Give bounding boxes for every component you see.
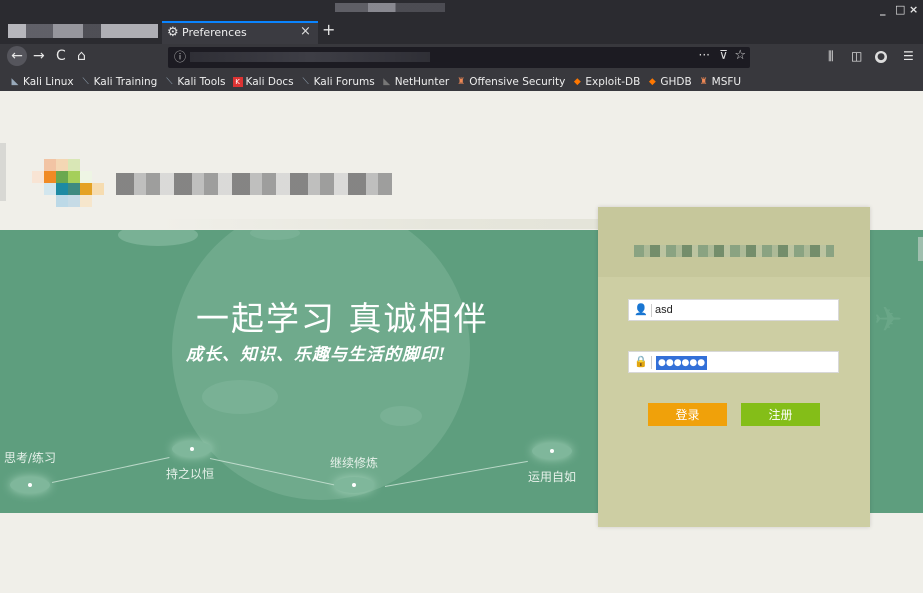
cloud-decoration <box>380 406 422 426</box>
bookmark-exploit-db[interactable]: ◆ Exploit-DB <box>572 76 640 88</box>
window-title-redacted <box>335 3 445 12</box>
step-label: 运用自如 <box>528 470 577 484</box>
login-header <box>598 207 870 277</box>
close-window-button[interactable]: × <box>909 3 918 16</box>
username-input[interactable] <box>655 302 835 318</box>
tab-bar: ⚙ Preferences × + _ □ × <box>0 0 923 44</box>
bookmark-nethunter[interactable]: ◣ NetHunter <box>382 76 449 88</box>
bookmark-kali-linux[interactable]: ◣ Kali Linux <box>10 76 74 88</box>
back-button[interactable]: ← <box>7 46 27 66</box>
banner-title: 一起学习 真诚相伴 <box>196 299 489 338</box>
reload-button[interactable]: C <box>56 48 66 64</box>
banner-subtitle: 成长、知识、乐趣与生活的脚印! <box>186 345 447 365</box>
login-button[interactable]: 登录 <box>648 403 727 426</box>
step-marker <box>172 441 212 457</box>
login-title-redacted <box>634 245 834 257</box>
exploitdb-icon: ◆ <box>573 76 581 87</box>
kali-icon: ⟍ <box>166 76 173 87</box>
bookmark-kali-docs[interactable]: K Kali Docs <box>232 76 294 88</box>
tab-title: Preferences <box>182 26 247 39</box>
step-marker <box>10 477 50 493</box>
bookmark-kali-forums[interactable]: ⟍ Kali Forums <box>301 76 374 88</box>
step-label: 继续修炼 <box>330 456 379 470</box>
info-icon[interactable]: ⓘ <box>174 48 186 65</box>
cloud-decoration <box>118 230 198 246</box>
new-tab-button[interactable]: + <box>322 20 335 39</box>
ghdb-icon: ◆ <box>648 76 656 87</box>
kali-icon: ⟍ <box>82 76 89 87</box>
maximize-button[interactable]: □ <box>895 3 905 16</box>
forward-button[interactable]: → <box>33 48 45 64</box>
login-panel: 👤 🔒 ●●●●●● 登录 注册 <box>598 207 870 527</box>
page-content: 一起学习 真诚相伴 成长、知识、乐趣与生活的脚印! 思考/练习 持之以恒 继续修… <box>0 91 923 593</box>
nethunter-icon: ◣ <box>383 76 391 87</box>
site-logo <box>32 159 106 209</box>
bookmark-kali-training[interactable]: ⟍ Kali Training <box>81 76 157 88</box>
lock-icon: 🔒 <box>634 355 648 368</box>
menu-icon[interactable]: ☰ <box>903 49 914 63</box>
url-redacted <box>190 52 430 62</box>
star-icon[interactable]: ☆ <box>734 48 746 63</box>
kali-icon: ◣ <box>11 76 19 87</box>
paper-plane-icon: ✈ <box>874 300 903 340</box>
bookmark-ghdb[interactable]: ◆ GHDB <box>647 76 692 88</box>
tab-preferences[interactable]: ⚙ Preferences × <box>162 21 318 44</box>
step-marker <box>532 443 572 459</box>
pocket-icon[interactable]: ⊽ <box>719 48 728 62</box>
navigation-toolbar: ← → C ⌂ ⓘ ··· ⊽ ☆ ⫼ ◫ ● ☰ <box>0 44 923 72</box>
tab-redacted[interactable] <box>8 24 158 38</box>
offsec-icon: ♜ <box>699 76 708 87</box>
path-line <box>51 457 170 483</box>
site-name-redacted <box>116 173 392 195</box>
step-label: 持之以恒 <box>166 467 215 481</box>
cloud-decoration <box>202 380 278 414</box>
tab-close-button[interactable]: × <box>300 24 311 39</box>
username-field[interactable]: 👤 <box>628 299 839 321</box>
password-input[interactable]: ●●●●●● <box>656 356 708 370</box>
bookmark-msfu[interactable]: ♜ MSFU <box>699 76 742 88</box>
scroll-handle[interactable] <box>918 237 923 261</box>
page-actions-button[interactable]: ··· <box>699 48 710 62</box>
kali-icon: ⟍ <box>302 76 309 87</box>
minimize-button[interactable]: _ <box>880 3 886 16</box>
user-icon: 👤 <box>634 303 648 316</box>
step-marker <box>334 477 374 493</box>
library-icon[interactable]: ⫼ <box>828 49 834 64</box>
bookmark-offensive-security[interactable]: ♜ Offensive Security <box>456 76 565 88</box>
account-icon[interactable]: ● <box>875 51 887 63</box>
step-label: 思考/练习 <box>4 451 57 465</box>
url-bar[interactable]: ⓘ ··· ⊽ ☆ <box>168 47 750 68</box>
gear-icon: ⚙ <box>167 25 179 40</box>
bookmark-kali-tools[interactable]: ⟍ Kali Tools <box>164 76 225 88</box>
register-button[interactable]: 注册 <box>741 403 820 426</box>
home-button[interactable]: ⌂ <box>77 48 86 64</box>
sidebar-icon[interactable]: ◫ <box>851 49 862 63</box>
bookmarks-toolbar: ◣ Kali Linux ⟍ Kali Training ⟍ Kali Tools K… <box>0 72 923 91</box>
offsec-icon: ♜ <box>457 76 466 87</box>
left-edge-tab <box>0 143 6 201</box>
password-field[interactable]: 🔒 ●●●●●● <box>628 351 839 373</box>
docs-icon: K <box>232 76 243 87</box>
